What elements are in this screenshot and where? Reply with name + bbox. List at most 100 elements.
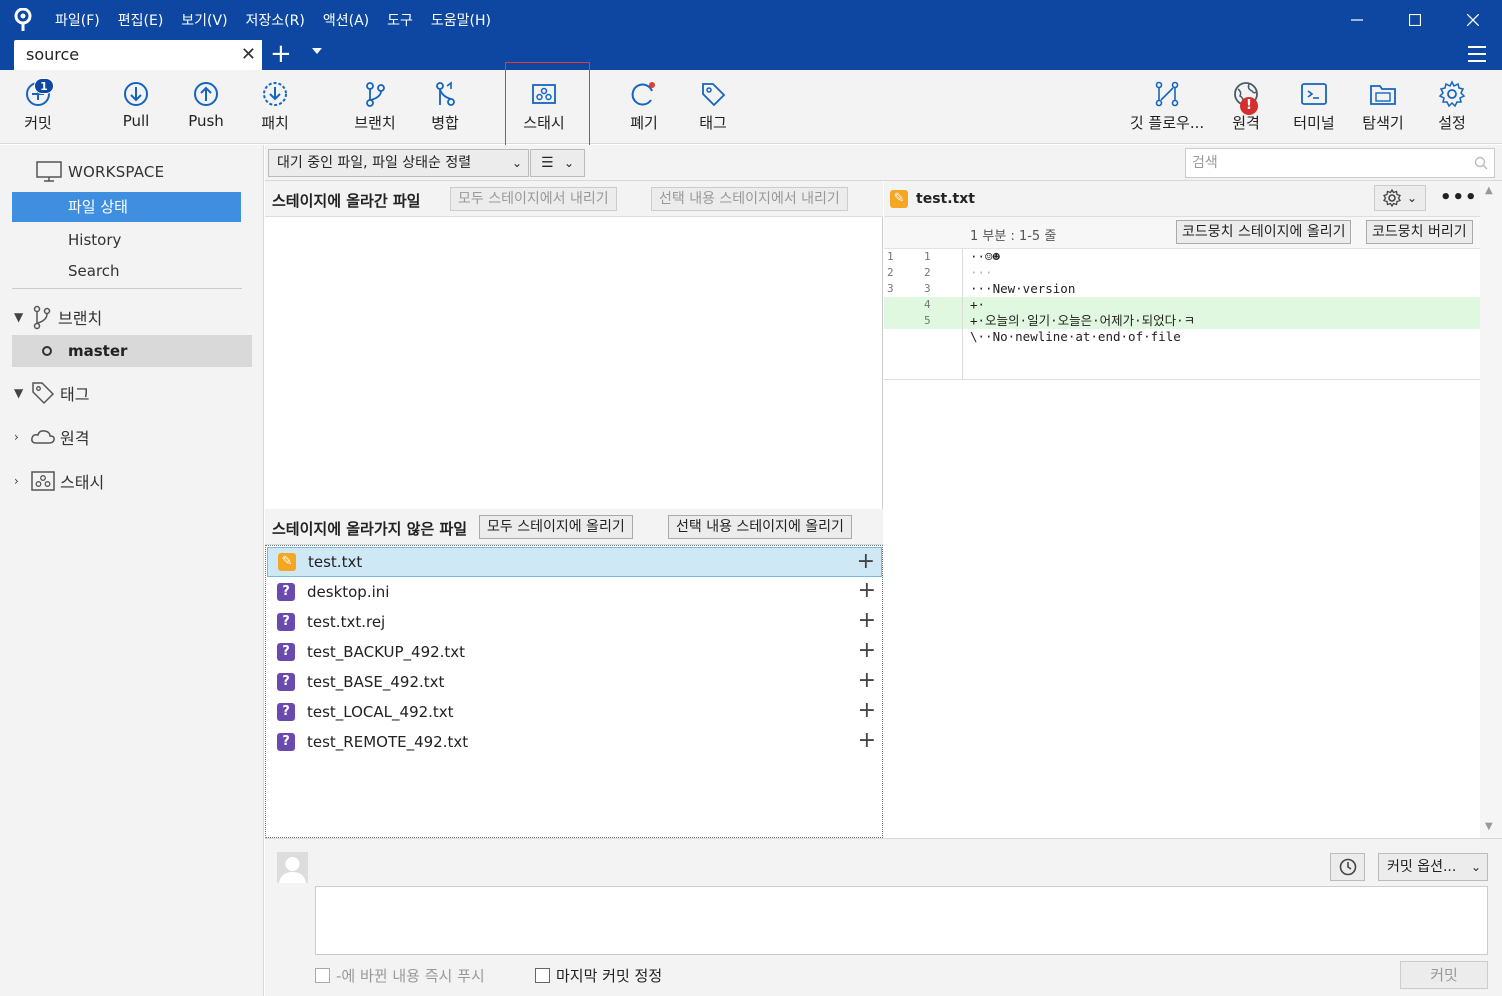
discard-hunk-button[interactable]: 코드뭉치 버리기 <box>1366 220 1473 244</box>
commit-message-input[interactable] <box>315 886 1488 955</box>
push-button[interactable]: Push <box>182 70 230 144</box>
file-row-test-backup[interactable]: ? test_BACKUP_492.txt + <box>267 637 882 667</box>
modified-pencil-icon: ✎ <box>278 553 296 571</box>
search-icon <box>1474 156 1488 170</box>
remote-label: 원격 <box>1232 114 1260 132</box>
diff-header: ✎ test.txt ⌄ ••• <box>884 181 1480 217</box>
tab-close-icon[interactable]: ✕ <box>241 44 256 65</box>
diff-options-button[interactable]: ⌄ <box>1374 185 1426 211</box>
search-input[interactable]: 검색 <box>1185 148 1495 178</box>
amend-last-commit-checkbox[interactable]: 마지막 커밋 정정 <box>535 965 662 986</box>
settings-gear-icon <box>1438 80 1466 108</box>
toolbar: 1 커밋 Pull Push 패치 브랜치 병합 스태시 폐기 태그 깃 플로우… <box>0 70 1502 144</box>
sidebar-item-history[interactable]: History <box>12 225 241 255</box>
commit-submit-button[interactable]: 커밋 <box>1400 961 1488 989</box>
stage-selected-button[interactable]: 선택 내용 스테이지에 올리기 <box>668 515 852 539</box>
tag-button[interactable]: 태그 <box>688 70 738 144</box>
file-name: test_BACKUP_492.txt <box>307 643 466 661</box>
unstage-selected-button[interactable]: 선택 내용 스테이지에서 내리기 <box>651 187 848 211</box>
view-mode-dropdown[interactable]: ☰ ⌄ <box>530 149 585 177</box>
maximize-icon <box>1409 14 1421 26</box>
file-row-test-base[interactable]: ? test_BASE_492.txt + <box>267 667 882 697</box>
hamburger-menu-icon[interactable] <box>1468 46 1486 62</box>
commit-button[interactable]: 1 커밋 <box>14 70 62 144</box>
terminal-button[interactable]: 터미널 <box>1290 70 1338 144</box>
tab-dropdown-icon[interactable] <box>312 48 322 54</box>
file-row-test-remote[interactable]: ? test_REMOTE_492.txt + <box>267 727 882 757</box>
stage-file-plus-icon[interactable]: + <box>858 700 876 722</box>
stage-file-plus-icon[interactable]: + <box>858 610 876 632</box>
file-sort-dropdown[interactable]: 대기 중인 파일, 파일 상태순 정렬 ⌄ <box>268 149 529 177</box>
branch-master[interactable]: master <box>12 335 252 367</box>
tag-label: 태그 <box>699 114 727 132</box>
commit-options-dropdown[interactable]: 커밋 옵션... ⌄ <box>1378 853 1488 881</box>
branches-section-header[interactable]: ▼ 브랜치 <box>14 302 102 332</box>
new-tab-button[interactable]: + <box>270 41 292 67</box>
menu-help[interactable]: 도움말(H) <box>422 10 500 30</box>
menu-view[interactable]: 보기(V) <box>172 10 236 30</box>
stage-file-plus-icon[interactable]: + <box>857 551 875 573</box>
file-name: desktop.ini <box>307 583 390 601</box>
merge-button[interactable]: 병합 <box>420 70 470 144</box>
menu-repository[interactable]: 저장소(R) <box>237 10 314 30</box>
scroll-up-icon[interactable]: ▲ <box>1485 185 1493 196</box>
settings-button[interactable]: 설정 <box>1428 70 1476 144</box>
diff-file: ✎ test.txt <box>890 190 975 208</box>
git-flow-button[interactable]: 깃 플로우... <box>1124 70 1210 144</box>
sidebar-divider <box>12 288 242 289</box>
diff-scrollbar[interactable]: ▲ ▼ <box>1480 181 1502 838</box>
close-window-button[interactable] <box>1444 0 1502 40</box>
stage-file-plus-icon[interactable]: + <box>858 640 876 662</box>
push-immediately-checkbox[interactable]: -에 바뀐 내용 즉시 푸시 <box>315 965 485 986</box>
untracked-question-icon: ? <box>277 673 295 691</box>
commit-history-button[interactable] <box>1330 853 1365 881</box>
unstage-all-button[interactable]: 모두 스테이지에서 내리기 <box>450 187 617 211</box>
staged-files-list <box>265 217 883 509</box>
remotes-label: 원격 <box>60 429 90 448</box>
minimize-button[interactable] <box>1328 0 1386 40</box>
scroll-down-icon[interactable]: ▼ <box>1485 821 1493 832</box>
push-arrow-up-icon <box>194 82 218 106</box>
patch-button[interactable]: 패치 <box>251 70 299 144</box>
stashes-label: 스태시 <box>60 473 105 492</box>
line-number-gutter <box>884 249 963 380</box>
stage-hunk-button[interactable]: 코드뭉치 스테이지에 올리기 <box>1176 220 1352 244</box>
diff-content: 11 ··☺☻ 22 ··· 33 ···New·version 4 +· 5 … <box>884 249 1480 380</box>
commit-options-label: 커밋 옵션... <box>1387 859 1457 875</box>
maximize-button[interactable] <box>1386 0 1444 40</box>
untracked-question-icon: ? <box>277 613 295 631</box>
untracked-question-icon: ? <box>277 643 295 661</box>
tag-icon <box>32 382 55 405</box>
file-row-test-local[interactable]: ? test_LOCAL_492.txt + <box>267 697 882 727</box>
menu-file[interactable]: 파일(F) <box>46 10 109 30</box>
tab-source[interactable]: source ✕ <box>14 40 262 70</box>
stash-button[interactable]: 스태시 <box>515 70 573 144</box>
tags-section-header[interactable]: ▼ 태그 <box>14 378 89 408</box>
menu-edit[interactable]: 편집(E) <box>109 10 173 30</box>
sidebar-item-file-status[interactable]: 파일 상태 <box>12 192 241 222</box>
remotes-section-header[interactable]: › 원격 <box>14 422 89 452</box>
list-view-icon: ☰ <box>540 155 554 171</box>
stage-all-button[interactable]: 모두 스테이지에 올리기 <box>479 515 633 539</box>
file-row-test-txt-rej[interactable]: ? test.txt.rej + <box>267 607 882 637</box>
remote-button[interactable]: ! 원격 <box>1222 70 1270 144</box>
unstaged-files-list: ✎ test.txt + ? desktop.ini + ? test.txt.… <box>265 545 883 838</box>
sidebar-item-search[interactable]: Search <box>12 256 241 286</box>
stage-file-plus-icon[interactable]: + <box>858 670 876 692</box>
menu-tools[interactable]: 도구 <box>378 10 422 30</box>
branch-button[interactable]: 브랜치 <box>346 70 404 144</box>
workspace-header: WORKSPACE <box>36 161 164 183</box>
file-name: test_BASE_492.txt <box>307 673 445 691</box>
file-row-test-txt[interactable]: ✎ test.txt + <box>267 547 882 577</box>
stage-file-plus-icon[interactable]: + <box>858 730 876 752</box>
more-options-icon[interactable]: ••• <box>1440 187 1478 208</box>
discard-button[interactable]: 폐기 <box>619 70 669 144</box>
monitor-icon <box>36 161 62 182</box>
stashes-section-header[interactable]: › 스태시 <box>14 466 104 496</box>
explorer-button[interactable]: 탐색기 <box>1355 70 1411 144</box>
pull-button[interactable]: Pull <box>112 70 160 144</box>
stage-file-plus-icon[interactable]: + <box>858 580 876 602</box>
merge-icon <box>436 81 455 106</box>
menu-actions[interactable]: 액션(A) <box>314 10 378 30</box>
file-row-desktop-ini[interactable]: ? desktop.ini + <box>267 577 882 607</box>
